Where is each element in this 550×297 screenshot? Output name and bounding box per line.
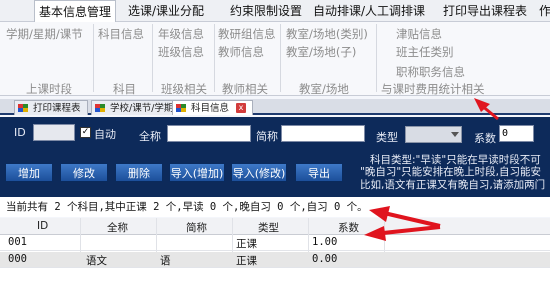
table-row[interactable]: 001 正课 1.00 [0,235,550,251]
menu-tab-more[interactable]: 作 [535,0,550,22]
ribbon-item-subject-info[interactable]: 科目信息 [98,26,144,42]
chevron-down-icon [451,132,459,137]
menu-tab-basic-info[interactable]: 基本信息管理 [34,0,117,23]
doc-tab-label: 打印课程表 [33,103,81,114]
fullname-field[interactable] [167,125,251,142]
coefficient-field[interactable]: 0 [499,125,534,142]
table-header-row: ID 全称 简称 类型 系数 [0,218,550,235]
ribbon-separator [376,24,377,92]
column-header-coefficient[interactable]: 系数 [338,220,359,235]
doc-tab-label: 科目信息 [191,103,230,114]
type-select[interactable] [405,126,462,143]
import-edit-button[interactable]: 导入(修改) [231,163,287,182]
doc-tab-print-schedule[interactable]: 打印课程表 [14,100,88,115]
menu-tab-constraints[interactable]: 约束限制设置 [226,0,306,22]
ribbon-group-time: 上课时段 [26,82,72,96]
cell-coefficient: 0.00 [312,253,338,265]
ribbon-item-head-teacher-category[interactable]: 班主任类别 [396,44,454,60]
print-icon [18,104,28,113]
ribbon-separator [93,24,94,92]
cell-type: 正课 [236,238,257,250]
summary-status-text: 当前共有 2 个科目,其中正课 2 个,早读 0 个,晚自习 0 个,自习 0 … [0,197,550,217]
ribbon: 学期/星期/课节 上课时段 科目信息 科目 年级信息 班级信息 班级相关 教研组… [0,22,550,96]
import-add-button[interactable]: 导入(增加) [169,163,225,182]
menu-tab-print-export[interactable]: 打印导出课程表 [439,0,531,22]
column-header-shortname[interactable]: 简称 [186,220,207,235]
grid-icon [95,104,105,113]
ribbon-item-teaching-group[interactable]: 教研组信息 [218,26,276,42]
delete-button[interactable]: 删除 [115,163,163,182]
table-row[interactable]: 000 语文 语 正课 0.00 [0,252,550,268]
ribbon-item-title-position[interactable]: 职称职务信息 [396,64,465,80]
ribbon-separator [214,24,215,92]
ribbon-item-room-category[interactable]: 教室/场地(类别) [286,26,368,42]
menu-tab-course-selection[interactable]: 选课/课业分配 [124,0,208,22]
ribbon-item-term-periods[interactable]: 学期/星期/课节 [6,26,83,42]
main-menu-bar: 基本信息管理 选课/课业分配 约束限制设置 自动排课/人工调排课 打印导出课程表… [0,0,550,23]
type-label: 类型 [376,131,398,144]
edit-button[interactable]: 修改 [60,163,108,182]
id-field[interactable] [33,124,75,141]
ribbon-item-room-sub[interactable]: 教室/场地(子) [286,44,356,60]
ribbon-group-teacher: 教师相关 [222,82,268,96]
grid-icon [176,104,186,113]
ribbon-separator [280,24,281,92]
subject-table: ID 全称 简称 类型 系数 001 正课 1.00 000 语文 语 正课 0… [0,218,550,297]
subject-type-note-line3: 比如,语文有正课又有晚自习,请添加两门 [360,179,546,191]
doc-tab-school-periods[interactable]: 学校/课节/学期 [91,100,181,115]
auto-label: 自动 [94,128,116,141]
shortname-label: 简称 [256,130,278,143]
coefficient-label: 系数 [474,132,496,145]
column-header-fullname[interactable]: 全称 [107,220,128,235]
cell-id: 001 [8,236,27,248]
ribbon-group-subject: 科目 [113,82,136,96]
ribbon-item-allowance[interactable]: 津贴信息 [396,26,442,42]
ribbon-group-fees: 与课时费用统计相关 [381,82,485,96]
ribbon-group-class: 班级相关 [161,82,207,96]
cell-id: 000 [8,253,27,265]
cell-coefficient: 1.00 [312,236,338,248]
export-button[interactable]: 导出 [295,163,343,182]
ribbon-item-grade-info[interactable]: 年级信息 [158,26,204,42]
id-label: ID [14,126,26,139]
add-button[interactable]: 增加 [5,163,53,182]
shortname-field[interactable] [281,125,365,142]
fullname-label: 全称 [139,130,161,143]
cell-fullname: 语文 [86,255,107,267]
ribbon-item-class-info[interactable]: 班级信息 [158,44,204,60]
document-tab-strip: 打印课程表 学校/课节/学期 科目信息 x [0,99,550,115]
column-header-type[interactable]: 类型 [258,220,279,235]
cell-shortname: 语 [160,255,171,267]
cell-type: 正课 [236,255,257,267]
column-header-id[interactable]: ID [37,220,48,232]
ribbon-separator [152,24,153,92]
ribbon-item-teacher-info[interactable]: 教师信息 [218,44,264,60]
ribbon-group-room: 教室/场地 [299,82,349,96]
close-icon[interactable]: x [236,103,247,113]
auto-checkbox[interactable]: ✓ [80,127,91,138]
doc-tab-label: 学校/课节/学期 [110,103,174,114]
doc-tab-subject-info[interactable]: 科目信息 x [172,100,254,115]
menu-tab-scheduling[interactable]: 自动排课/人工调排课 [309,0,429,22]
